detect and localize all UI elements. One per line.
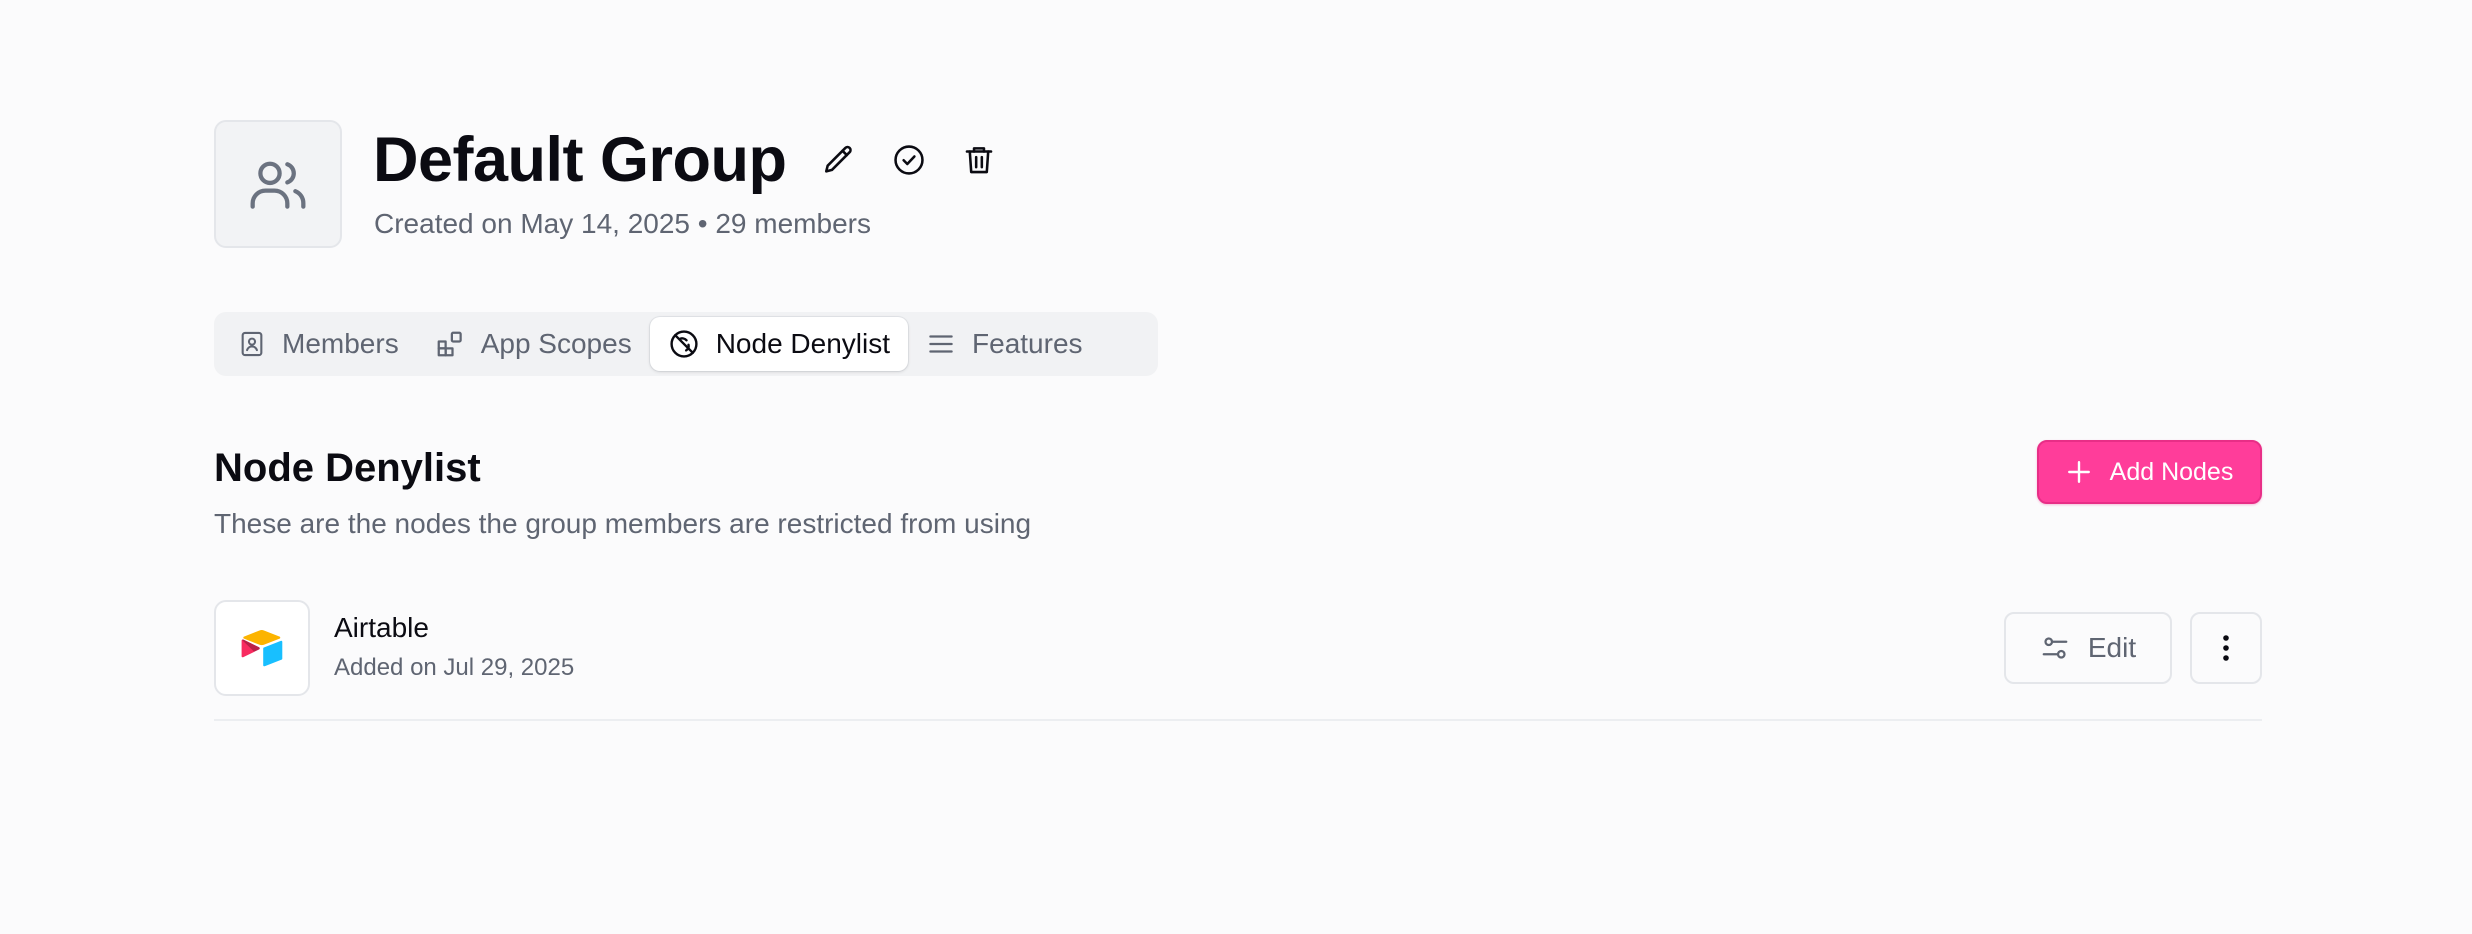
app-logo xyxy=(214,600,310,696)
add-nodes-label: Add Nodes xyxy=(2109,457,2234,486)
edit-node-button[interactable]: Edit xyxy=(2004,612,2172,684)
pencil-icon xyxy=(824,145,852,173)
group-detail-page: Default Group Created on May 14, 2025 • … xyxy=(0,0,2472,934)
tab-members[interactable]: Members xyxy=(220,317,417,371)
airtable-logo-icon xyxy=(241,630,283,667)
list-icon xyxy=(929,335,953,353)
more-options-button[interactable] xyxy=(2190,612,2262,684)
delete-group-button[interactable] xyxy=(955,136,1003,184)
edit-label: Edit xyxy=(2087,632,2137,663)
ban-icon xyxy=(670,330,698,358)
group-avatar xyxy=(214,120,342,248)
more-vertical-icon xyxy=(2223,635,2229,661)
tab-label: Features xyxy=(972,328,1083,359)
trash-icon xyxy=(965,147,993,174)
sliders-icon xyxy=(2042,637,2068,659)
group-meta: Created on May 14, 2025 • 29 members xyxy=(374,208,871,239)
contact-book-icon xyxy=(241,331,263,357)
app-name: Airtable xyxy=(334,612,429,643)
tab-label: Members xyxy=(282,328,399,359)
title-actions xyxy=(815,136,1003,184)
users-icon xyxy=(250,161,306,209)
section-description: These are the nodes the group members ar… xyxy=(214,508,1032,539)
app-added-date: Added on Jul 29, 2025 xyxy=(334,654,575,681)
tab-label: Node Denylist xyxy=(715,328,891,359)
list-item: Airtable Added on Jul 29, 2025 Edit xyxy=(214,598,2262,721)
set-default-button[interactable] xyxy=(885,136,933,184)
add-nodes-button[interactable]: Add Nodes xyxy=(2037,440,2262,504)
tab-label: App Scopes xyxy=(480,328,632,359)
apps-grid-icon xyxy=(437,331,462,357)
tab-bar: Members App Scopes Node Denylist Feature… xyxy=(214,312,1158,376)
plus-icon xyxy=(2067,461,2090,483)
page-title: Default Group xyxy=(373,125,787,195)
check-circle-icon xyxy=(894,145,924,175)
edit-title-button[interactable] xyxy=(815,136,863,184)
tab-features[interactable]: Features xyxy=(908,317,1101,371)
section-title: Node Denylist xyxy=(214,446,481,490)
tab-app-scopes[interactable]: App Scopes xyxy=(417,317,650,371)
tab-node-denylist[interactable]: Node Denylist xyxy=(649,317,909,371)
